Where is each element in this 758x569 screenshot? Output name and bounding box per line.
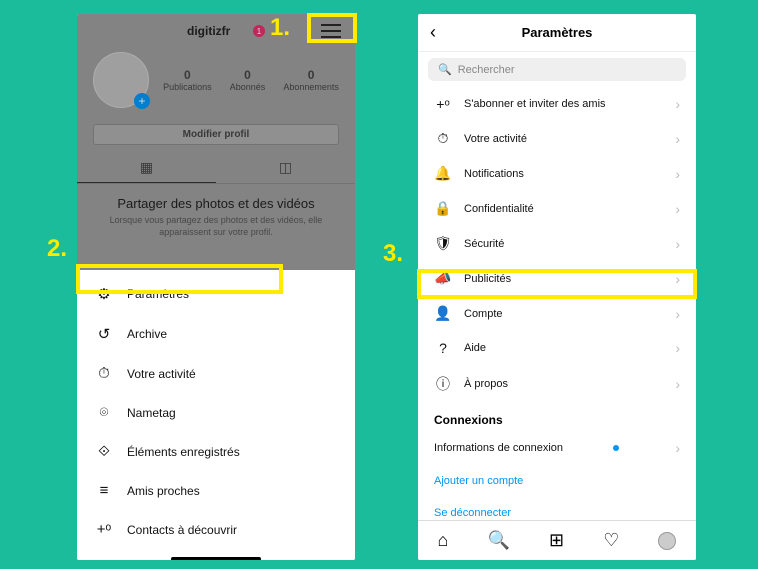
menu-label: Votre activité <box>127 367 196 381</box>
chevron-right-icon: › <box>675 166 680 182</box>
notification-badge: 1 <box>253 25 265 37</box>
person-plus-icon: +ᵒ <box>434 96 452 112</box>
menu-item-archive[interactable]: ↺ Archive <box>77 314 355 354</box>
item-security[interactable]: 🛡 Sécurité › <box>418 226 696 261</box>
create-icon[interactable]: ⊞ <box>549 530 564 551</box>
chevron-right-icon: › <box>675 440 680 456</box>
menu-label: Amis proches <box>127 484 200 498</box>
person-plus-icon: +ᵒ <box>95 521 113 538</box>
connections-header: Connexions <box>418 403 696 431</box>
item-ads[interactable]: 📣 Publicités › <box>418 261 696 296</box>
share-title: Partager des photos et des vidéos <box>77 184 355 215</box>
gear-icon: ⚙ <box>95 285 113 303</box>
profile-info: + 0 Publications 0 Abonnés 0 Abonnements <box>77 48 355 116</box>
chevron-right-icon: › <box>675 131 680 147</box>
item-notifications[interactable]: 🔔 Notifications › <box>418 156 696 191</box>
item-privacy[interactable]: 🔒 Confidentialité › <box>418 191 696 226</box>
menu-label: Contacts à découvrir <box>127 523 237 537</box>
menu-label: Éléments enregistrés <box>127 445 240 459</box>
phone-settings: ‹ Paramètres 🔍 Rechercher +ᵒ S'abonner e… <box>418 14 696 560</box>
help-icon: ? <box>434 340 452 356</box>
stat-posts[interactable]: 0 Publications <box>163 68 212 92</box>
search-icon: 🔍 <box>438 63 452 76</box>
shield-icon: 🛡 <box>434 235 452 252</box>
edit-profile-button[interactable]: Modifier profil <box>93 124 339 145</box>
chevron-right-icon: › <box>675 96 680 112</box>
menu-item-discover[interactable]: +ᵒ Contacts à découvrir <box>77 510 355 549</box>
step-3-label: 3. <box>383 240 403 268</box>
menu-item-activity[interactable]: ⏱ Votre activité <box>77 354 355 393</box>
bookmark-icon: ⟐ <box>95 443 113 460</box>
step-2-label: 2. <box>47 235 67 263</box>
menu-label: Nametag <box>127 406 176 420</box>
nametag-icon: ⌾ <box>95 404 113 421</box>
item-account[interactable]: 👤 Compte › <box>418 296 696 331</box>
megaphone-icon: 📣 <box>434 270 452 287</box>
lock-icon: 🔒 <box>434 200 452 217</box>
share-subtitle: Lorsque vous partagez des photos et des … <box>77 215 355 238</box>
item-activity[interactable]: ⏱ Votre activité › <box>418 121 696 156</box>
item-login-info[interactable]: Informations de connexion › <box>418 431 696 465</box>
list-icon: ≡ <box>95 482 113 499</box>
heart-icon[interactable]: ♡ <box>603 530 619 551</box>
item-about[interactable]: ⓘ À propos › <box>418 365 696 403</box>
profile-tabs: ▦ ◫ <box>77 153 355 184</box>
username[interactable]: digitizfr <box>187 24 230 38</box>
home-icon[interactable]: ⌂ <box>438 530 449 551</box>
stats-row: 0 Publications 0 Abonnés 0 Abonnements <box>163 68 339 92</box>
new-dot-icon <box>613 445 619 451</box>
clock-icon: ⏱ <box>95 365 113 382</box>
clock-icon: ⏱ <box>434 130 452 147</box>
search-input[interactable]: 🔍 Rechercher <box>428 58 686 81</box>
chevron-right-icon: › <box>675 376 680 392</box>
add-story-icon[interactable]: + <box>134 93 150 109</box>
search-placeholder: Rechercher <box>458 64 515 76</box>
settings-list[interactable]: +ᵒ S'abonner et inviter des amis › ⏱ Vot… <box>418 87 696 523</box>
chevron-right-icon: › <box>675 340 680 356</box>
person-icon: 👤 <box>434 305 452 322</box>
menu-item-saved[interactable]: ⟐ Éléments enregistrés <box>77 432 355 471</box>
home-indicator <box>171 557 261 560</box>
tab-grid[interactable]: ▦ <box>77 153 216 183</box>
chevron-right-icon: › <box>675 271 680 287</box>
settings-header: ‹ Paramètres <box>418 14 696 52</box>
bottom-nav: ⌂ 🔍 ⊞ ♡ <box>418 520 696 560</box>
bottom-sheet-menu: ⚙ Paramètres ↺ Archive ⏱ Votre activité … <box>77 270 355 560</box>
item-help[interactable]: ? Aide › <box>418 331 696 365</box>
step-1-label: 1. <box>270 14 290 42</box>
chevron-right-icon: › <box>675 236 680 252</box>
tab-tagged[interactable]: ◫ <box>216 153 355 183</box>
add-account-link[interactable]: Ajouter un compte <box>418 465 696 497</box>
menu-label: Paramètres <box>127 287 189 301</box>
menu-label: Archive <box>127 327 167 341</box>
profile-avatar-icon[interactable] <box>658 532 676 550</box>
menu-item-settings[interactable]: ⚙ Paramètres <box>77 274 355 314</box>
stat-following[interactable]: 0 Abonnements <box>283 68 339 92</box>
phone-profile: digitizfr 1 + 0 Publications 0 Abonnés <box>77 14 355 560</box>
profile-header: digitizfr 1 <box>77 14 355 48</box>
item-follow-invite[interactable]: +ᵒ S'abonner et inviter des amis › <box>418 87 696 121</box>
stat-followers[interactable]: 0 Abonnés <box>230 68 266 92</box>
menu-item-close-friends[interactable]: ≡ Amis proches <box>77 471 355 510</box>
info-icon: ⓘ <box>434 374 452 394</box>
bell-icon: 🔔 <box>434 165 452 182</box>
menu-item-nametag[interactable]: ⌾ Nametag <box>77 393 355 432</box>
search-icon[interactable]: 🔍 <box>488 530 510 551</box>
chevron-right-icon: › <box>675 306 680 322</box>
hamburger-menu-icon[interactable] <box>321 24 341 38</box>
avatar[interactable]: + <box>93 52 149 108</box>
archive-icon: ↺ <box>95 325 113 343</box>
page-title: Paramètres <box>430 25 684 40</box>
profile-area-dimmed: digitizfr 1 + 0 Publications 0 Abonnés <box>77 14 355 270</box>
chevron-right-icon: › <box>675 201 680 217</box>
